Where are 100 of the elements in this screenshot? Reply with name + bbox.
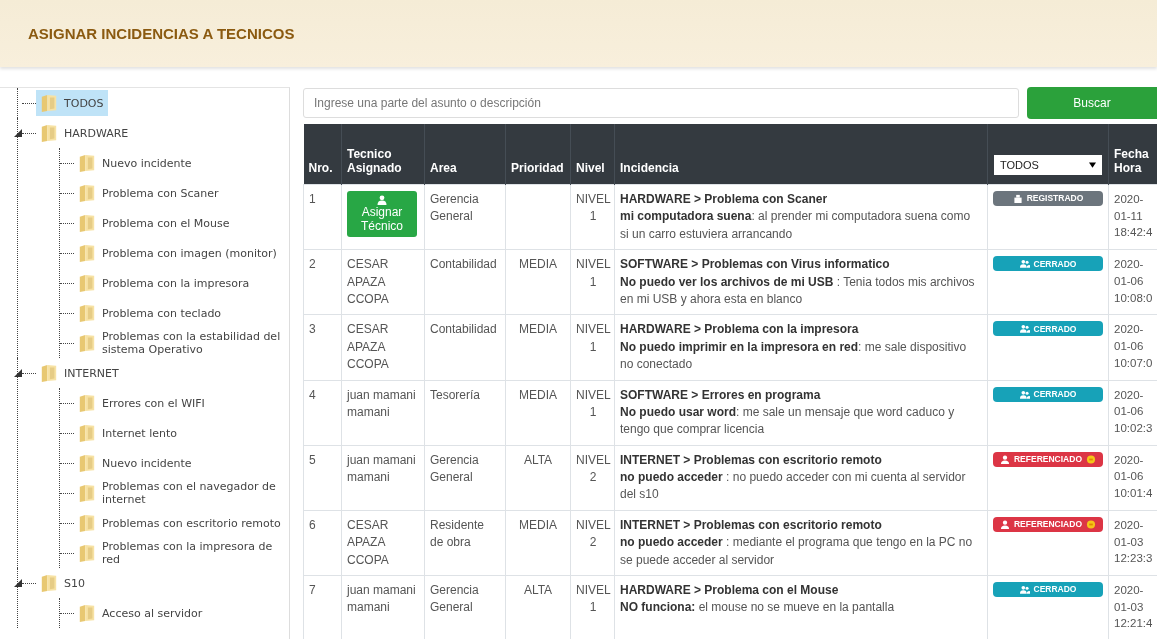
table-cell: MEDIA: [519, 256, 557, 274]
table-cell-text: juan mamani mamani: [347, 582, 417, 617]
folder-icon: [78, 302, 96, 324]
column-header: Prioridad: [505, 124, 571, 185]
folder-icon: [40, 122, 58, 144]
folder-icon: [40, 362, 58, 384]
table-cell-text: Gerencia General: [430, 191, 480, 226]
tree-item[interactable]: Problema con el Mouse: [74, 210, 234, 236]
incident-title: HARDWARE > Problema con el Mouse: [620, 582, 840, 600]
expanded-triangle-icon[interactable]: [14, 579, 22, 587]
column-header: Incidencia: [614, 124, 988, 185]
coin-icon: [1086, 519, 1096, 529]
users-icon: [1019, 324, 1030, 334]
tree-item[interactable]: Problema con teclado: [74, 300, 226, 326]
tree-item[interactable]: HARDWARE: [36, 120, 133, 146]
table-cell-text: Residente de obra: [430, 516, 486, 552]
tree-item[interactable]: INTERNET: [36, 360, 123, 386]
tree-item[interactable]: Acceso al servidor: [74, 600, 207, 626]
folder-icon: [78, 452, 96, 474]
incident-description: no puedo acceder : no puedo acceder con mi cuenta al servidor del s10: [620, 469, 967, 504]
tree-item[interactable]: Problemas con la impresora de red: [74, 538, 285, 568]
tree-item[interactable]: Problema con la impresora: [74, 270, 254, 296]
tree-item[interactable]: Nuevo incidente: [74, 150, 196, 176]
table-cell: NIVEL 1: [576, 582, 611, 617]
table-cell: MEDIA: [519, 321, 557, 339]
table-cell-text: ALTA: [523, 451, 553, 469]
tree-item[interactable]: Problema con Scaner: [74, 180, 223, 206]
status-badge: REGISTRADO: [993, 191, 1103, 206]
page-title: ASIGNAR INCIDENCIAS A TECNICOS: [28, 25, 295, 42]
folder-icon: [40, 92, 58, 114]
table-cell-text: NIVEL 1: [576, 321, 611, 356]
column-header: Area: [424, 124, 506, 185]
table-cell-text: juan mamani mamani: [347, 386, 417, 421]
tree-item[interactable]: Problemas con la estabilidad del sistema Operativo: [74, 328, 285, 358]
folder-icon: [78, 272, 96, 294]
incident-title: SOFTWARE > Errores en programa: [620, 386, 822, 404]
table-cell: MEDIA: [519, 386, 557, 404]
incident-description: no puedo acceder : mediante el programa que tengo en la PC no se puede acceder al servidor: [620, 534, 974, 569]
incident-description: No puedo usar word: me sale un mensaje que word caduco y tengo que comprar licencia: [620, 403, 956, 439]
status-badge: REFERENCIADO: [993, 451, 1103, 467]
search-field[interactable]: Ingrese una parte del asunto o descripción: [303, 88, 1019, 118]
table-cell: 6: [303, 510, 342, 576]
users-icon: [1019, 585, 1030, 595]
column-header: Nro.: [303, 124, 342, 185]
date-time-cell-text: 2020- 01-06 10:08:0: [1114, 257, 1153, 306]
column-header: Nivel: [570, 124, 615, 185]
caret-icon: [1089, 162, 1096, 168]
user-icon: [1000, 454, 1010, 464]
folder-icon: [78, 602, 96, 624]
date-time-cell-text: 2020- 01-06 10:02:3: [1114, 387, 1153, 436]
status-filter-dropdown[interactable]: TODOS: [994, 155, 1102, 175]
folder-icon: [78, 182, 96, 204]
tree-item[interactable]: TODOS: [36, 90, 108, 116]
folder-icon: [78, 392, 96, 414]
folder-icon: [78, 152, 96, 174]
table-cell: NIVEL 1: [576, 256, 611, 291]
incident-title: INTERNET > Problemas con escritorio remoto: [620, 516, 883, 534]
table-cell-text: juan mamani mamani: [347, 451, 417, 487]
folder-icon: [78, 212, 96, 234]
incident-title: SOFTWARE > Problemas con Virus informatico: [620, 256, 891, 274]
table-cell: NIVEL 1: [576, 191, 611, 226]
date-time-cell-text: 2020- 01-11 18:42:4: [1114, 192, 1153, 241]
table-cell-text: MEDIA: [519, 516, 557, 534]
table-cell-text: CESAR APAZA CCOPA: [347, 321, 390, 374]
incident-description: NO funciona: el mouse no se mueve en la pantalla: [620, 599, 896, 617]
tree-item[interactable]: Internet lento: [74, 420, 181, 446]
table-cell: NIVEL 2: [576, 516, 611, 552]
folder-icon: [40, 572, 58, 594]
date-time-cell-text: 2020- 01-03 12:23:3: [1114, 517, 1153, 567]
tree-item[interactable]: Problemas con el navegador de internet: [74, 478, 285, 508]
expanded-triangle-icon[interactable]: [14, 129, 22, 137]
table-cell: Contabilidad: [430, 256, 497, 274]
incident-title: HARDWARE > Problema con Scaner: [620, 191, 829, 208]
building-icon: [1012, 194, 1023, 203]
table-cell: Contabilidad: [430, 321, 497, 339]
column-header: Fecha Hora: [1108, 124, 1157, 185]
table-cell-text: CESAR APAZA CCOPA: [347, 516, 390, 569]
tree-item[interactable]: Errores con el WIFI: [74, 390, 209, 416]
table-cell-text: Gerencia General: [430, 451, 480, 487]
user-icon: [377, 195, 387, 205]
tree-item[interactable]: Problema con imagen (monitor): [74, 240, 281, 266]
folder-icon: [78, 422, 96, 444]
users-icon: [1019, 259, 1030, 269]
folder-icon: [78, 242, 96, 264]
table-cell: 4: [303, 380, 342, 446]
folder-icon: [78, 542, 96, 564]
status-badge: CERRADO: [993, 386, 1103, 402]
table-cell: Tesorería: [430, 386, 481, 404]
expanded-triangle-icon[interactable]: [14, 369, 22, 377]
status-badge: REFERENCIADO: [993, 516, 1103, 532]
date-time-cell-text: 2020- 01-03 12:21:4: [1114, 583, 1153, 632]
table-cell: 2: [303, 249, 342, 315]
tree-item[interactable]: Problemas con escritorio remoto: [74, 510, 285, 536]
tree-item[interactable]: S10: [36, 570, 89, 596]
incident-title: INTERNET > Problemas con escritorio remoto: [620, 451, 883, 469]
tree-item[interactable]: Nuevo incidente: [74, 450, 196, 476]
column-header: Tecnico Asignado: [341, 124, 425, 185]
table-cell-text: NIVEL 1: [576, 386, 611, 421]
folder-icon: [78, 482, 96, 504]
incident-description: No puedo imprimir en la impresora en red: me sale dispositivo no conectado: [620, 338, 968, 374]
